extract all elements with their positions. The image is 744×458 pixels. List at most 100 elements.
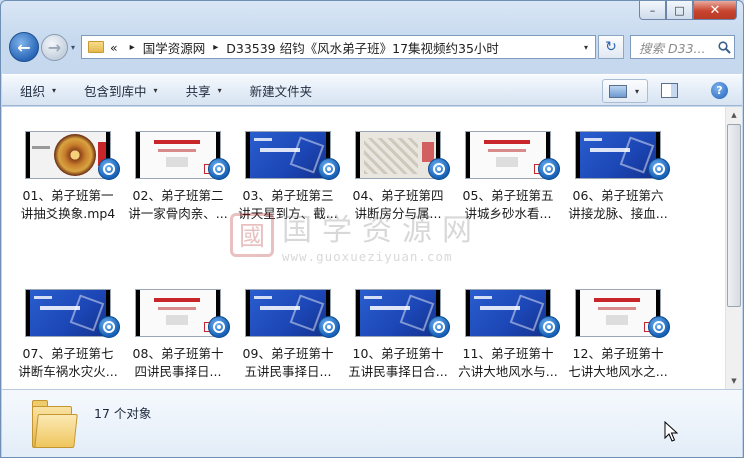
file-name-line-1: 01、弟子班第一 bbox=[22, 188, 114, 203]
file-name-line-1: 03、弟子班第三 bbox=[242, 188, 334, 203]
video-file-icon bbox=[208, 158, 230, 180]
breadcrumb-separator[interactable]: ▸ bbox=[213, 42, 218, 53]
new-folder-label: 新建文件夹 bbox=[249, 83, 313, 99]
folder-icon bbox=[88, 41, 105, 53]
file-name-line-1: 06、弟子班第六 bbox=[572, 188, 664, 203]
search-placeholder: 搜索 D33... bbox=[639, 40, 706, 56]
file-item[interactable]: 08、弟子班第十 四讲民事择日... bbox=[124, 265, 232, 379]
file-name: 09、弟子班第十 五讲民事择日... bbox=[234, 345, 342, 381]
chevron-down-icon[interactable]: ▾ bbox=[635, 87, 639, 96]
navigation-bar: ← → ▾ « ▸ 国学资源网 ▸ D33539 绍钧《风水弟子班》17集视频约… bbox=[9, 31, 735, 63]
file-name-line-2: 七讲大地风水之... bbox=[568, 364, 668, 379]
chevron-down-icon: ▾ bbox=[217, 85, 222, 95]
file-name-line-2: 讲断车祸水灾火... bbox=[18, 364, 118, 379]
item-count: 17 个对象 bbox=[94, 406, 152, 421]
file-name-line-1: 04、弟子班第四 bbox=[352, 188, 444, 203]
change-view-button[interactable]: ▾ bbox=[602, 79, 648, 103]
organize-menu[interactable]: 组织 ▾ bbox=[20, 81, 56, 100]
file-item[interactable]: 09、弟子班第十 五讲民事择日... bbox=[234, 265, 342, 379]
new-folder-button[interactable]: 新建文件夹 bbox=[250, 81, 313, 100]
file-name-line-1: 08、弟子班第十 bbox=[132, 346, 224, 361]
file-list[interactable]: 01、弟子班第一 讲抽爻换象.mp4 02、弟子班第二 讲一家骨肉亲、... 03、弟子… bbox=[2, 107, 742, 389]
file-item[interactable]: 05、弟子班第五 讲城乡砂水看... bbox=[454, 107, 562, 221]
share-menu[interactable]: 共享 ▾ bbox=[186, 81, 222, 100]
scroll-up-icon[interactable]: ▲ bbox=[726, 107, 742, 123]
mouse-cursor-icon bbox=[664, 421, 678, 442]
scroll-down-icon[interactable]: ▼ bbox=[726, 373, 742, 389]
file-name-line-1: 11、弟子班第十 bbox=[462, 346, 554, 361]
file-name-line-1: 12、弟子班第十 bbox=[572, 346, 664, 361]
file-name-line-2: 讲抽爻换象.mp4 bbox=[20, 206, 116, 221]
file-name: 03、弟子班第三 讲天星到方、截... bbox=[234, 187, 342, 223]
back-button[interactable]: ← bbox=[9, 32, 39, 62]
maximize-button[interactable]: □ bbox=[666, 1, 693, 20]
include-in-library-menu[interactable]: 包含到库中 ▾ bbox=[84, 81, 158, 100]
video-file-icon bbox=[98, 316, 120, 338]
file-name-line-2: 四讲民事择日... bbox=[134, 364, 222, 379]
file-item[interactable]: 10、弟子班第十 五讲民事择日合... bbox=[344, 265, 452, 379]
address-bar[interactable]: « ▸ 国学资源网 ▸ D33539 绍钧《风水弟子班》17集视频约35小时 ▾ bbox=[81, 35, 597, 59]
search-icon[interactable] bbox=[714, 40, 734, 54]
refresh-button[interactable]: ↻ bbox=[598, 35, 625, 59]
file-name-line-1: 07、弟子班第七 bbox=[22, 346, 114, 361]
file-name: 04、弟子班第四 讲断房分与属... bbox=[344, 187, 452, 223]
file-name: 12、弟子班第十 七讲大地风水之... bbox=[564, 345, 672, 381]
help-icon[interactable]: ? bbox=[711, 82, 728, 99]
file-item[interactable]: 12、弟子班第十 七讲大地风水之... bbox=[564, 265, 672, 379]
details-pane: 17 个对象 bbox=[2, 389, 742, 457]
video-file-icon bbox=[648, 158, 670, 180]
organize-label: 组织 bbox=[20, 83, 46, 99]
chevron-down-icon: ▾ bbox=[52, 85, 57, 95]
forward-button[interactable]: → bbox=[41, 33, 68, 61]
file-name-line-2: 讲接龙脉、接血... bbox=[568, 206, 668, 221]
search-input[interactable]: 搜索 D33... bbox=[630, 35, 735, 59]
file-name-line-1: 05、弟子班第五 bbox=[462, 188, 554, 203]
breadcrumb-item-root[interactable]: 国学资源网 bbox=[143, 38, 206, 57]
file-item[interactable]: 02、弟子班第二 讲一家骨肉亲、... bbox=[124, 107, 232, 221]
breadcrumb-separator[interactable]: ▸ bbox=[130, 42, 135, 53]
folder-icon bbox=[32, 400, 78, 448]
view-icon bbox=[609, 84, 627, 98]
file-name: 01、弟子班第一 讲抽爻换象.mp4 bbox=[14, 187, 122, 223]
file-name-line-2: 五讲民事择日合... bbox=[348, 364, 448, 379]
video-file-icon bbox=[208, 316, 230, 338]
file-item[interactable]: 04、弟子班第四 讲断房分与属... bbox=[344, 107, 452, 221]
video-file-icon bbox=[98, 158, 120, 180]
file-item[interactable]: 07、弟子班第七 讲断车祸水灾火... bbox=[14, 265, 122, 379]
file-name: 11、弟子班第十 六讲大地风水与... bbox=[454, 345, 562, 381]
preview-pane-icon[interactable] bbox=[661, 83, 678, 98]
recent-pages-dropdown-icon[interactable]: ▾ bbox=[71, 43, 75, 52]
video-file-icon bbox=[428, 158, 450, 180]
file-name-line-1: 10、弟子班第十 bbox=[352, 346, 444, 361]
file-item[interactable]: 06、弟子班第六 讲接龙脉、接血... bbox=[564, 107, 672, 221]
breadcrumb-overflow[interactable]: « bbox=[110, 40, 118, 55]
video-file-icon bbox=[538, 158, 560, 180]
file-name: 10、弟子班第十 五讲民事择日合... bbox=[344, 345, 452, 381]
video-file-icon bbox=[318, 316, 340, 338]
file-name-line-2: 六讲大地风水与... bbox=[458, 364, 558, 379]
address-dropdown-icon[interactable]: ▾ bbox=[577, 43, 595, 52]
vertical-scrollbar[interactable]: ▲ ▼ bbox=[725, 107, 742, 389]
file-item[interactable]: 11、弟子班第十 六讲大地风水与... bbox=[454, 265, 562, 379]
file-name: 07、弟子班第七 讲断车祸水灾火... bbox=[14, 345, 122, 381]
watermark-url: www.guoxueziyuan.com bbox=[282, 249, 453, 264]
video-file-icon bbox=[318, 158, 340, 180]
scrollbar-thumb[interactable] bbox=[727, 124, 741, 307]
file-name-line-2: 讲一家骨肉亲、... bbox=[128, 206, 228, 221]
file-name: 06、弟子班第六 讲接龙脉、接血... bbox=[564, 187, 672, 223]
file-name: 05、弟子班第五 讲城乡砂水看... bbox=[454, 187, 562, 223]
file-name-line-2: 讲断房分与属... bbox=[354, 206, 442, 221]
close-button[interactable]: ✕ bbox=[693, 1, 737, 20]
video-file-icon bbox=[428, 316, 450, 338]
chevron-down-icon: ▾ bbox=[153, 85, 158, 95]
file-name: 02、弟子班第二 讲一家骨肉亲、... bbox=[124, 187, 232, 223]
file-name-line-1: 09、弟子班第十 bbox=[242, 346, 334, 361]
minimize-button[interactable]: – bbox=[639, 1, 666, 20]
explorer-window: – □ ✕ ← → ▾ « ▸ 国学资源网 ▸ D33539 绍钧《风水弟子班》… bbox=[0, 0, 744, 458]
file-item[interactable]: 01、弟子班第一 讲抽爻换象.mp4 bbox=[14, 107, 122, 221]
breadcrumb-item-current[interactable]: D33539 绍钧《风水弟子班》17集视频约35小时 bbox=[226, 38, 499, 57]
file-name-line-2: 讲城乡砂水看... bbox=[464, 206, 552, 221]
caption-buttons: – □ ✕ bbox=[639, 1, 737, 21]
file-item[interactable]: 03、弟子班第三 讲天星到方、截... bbox=[234, 107, 342, 221]
file-name-line-2: 五讲民事择日... bbox=[244, 364, 332, 379]
